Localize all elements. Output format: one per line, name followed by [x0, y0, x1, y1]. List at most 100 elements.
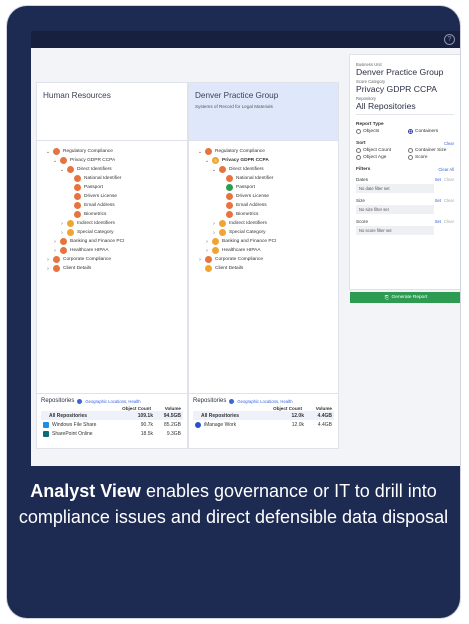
chevron-right-icon[interactable]: ›	[197, 257, 203, 263]
filter-clear-link[interactable]: Clear	[444, 198, 454, 203]
score-dot-icon	[53, 265, 60, 272]
sort-clear-link[interactable]: Clear	[444, 141, 454, 146]
tree-node[interactable]: Biometrics	[189, 210, 338, 219]
tree-node[interactable]: Drivers License	[189, 192, 338, 201]
score-badge-icon: 3	[212, 157, 219, 164]
score-category-value[interactable]: Privacy GDPR CCPA	[356, 84, 454, 94]
chevron-right-icon[interactable]: ›	[59, 221, 65, 227]
tree-node[interactable]: › Banking and Finance PCI	[189, 237, 338, 246]
tree-node[interactable]: ⌄ Direct Identifiers	[189, 165, 338, 174]
tree-node[interactable]: › Corporate Compliance	[189, 255, 338, 264]
sort-object-count[interactable]: Object Count	[356, 148, 398, 153]
tree-node[interactable]: ⌄ Regulatory Compliance	[189, 147, 338, 156]
chevron-right-icon[interactable]: ›	[45, 257, 51, 263]
filter-link[interactable]: Geographic Locations, Health	[237, 399, 292, 404]
chevron-right-icon[interactable]: ›	[204, 248, 210, 254]
radio-objects[interactable]: Objects	[356, 129, 398, 134]
radio-containers[interactable]: Containers	[408, 129, 450, 134]
tree-node[interactable]: Email Address	[37, 201, 187, 210]
repository-name: All Repositories	[49, 412, 88, 419]
repositories-rows: All Repositories 109.1k 94.5GB Windows File…	[41, 411, 183, 438]
tree-node[interactable]: Passport	[37, 183, 187, 192]
help-icon[interactable]: ?	[444, 34, 455, 45]
tree-node[interactable]: ⌄ Regulatory Compliance	[37, 147, 187, 156]
tree-node[interactable]: National Identifier	[37, 174, 187, 183]
tree-node-label: Privacy GDPR CCPA	[70, 158, 116, 163]
chevron-right-icon[interactable]: ›	[52, 239, 58, 245]
chevron-down-icon[interactable]: ⌄	[197, 149, 203, 155]
sort-container-size[interactable]: Container Size	[408, 148, 450, 153]
filter-clear-link[interactable]: Clear	[444, 177, 454, 182]
filter-clear-link[interactable]: Clear	[444, 219, 454, 224]
tree-node-label: Client Details	[63, 266, 92, 271]
tree-node[interactable]: Drivers License	[37, 192, 187, 201]
object-count-column[interactable]: Object Count	[258, 406, 302, 411]
compliance-tree: ⌄ Regulatory Compliance ⌄ 3 Privacy GDPR CCP…	[189, 141, 338, 273]
tree-node[interactable]: › Special Category	[189, 228, 338, 237]
chevron-right-icon[interactable]: ›	[211, 230, 217, 236]
volume-column[interactable]: Volume	[151, 406, 183, 411]
sort-object-age[interactable]: Object Age	[356, 155, 398, 160]
filter-set-link[interactable]: Set	[435, 177, 441, 182]
tree-node[interactable]: Passport	[189, 183, 338, 192]
tree-node[interactable]: Email Address	[189, 201, 338, 210]
filter-header: Dates Set Clear	[356, 177, 454, 182]
repositories-title: Repositories	[41, 398, 75, 404]
tree-node[interactable]: ⌄ Direct Identifiers	[37, 165, 187, 174]
sort-options-row-1: Object Count Container Size	[356, 148, 454, 153]
business-unit-column-left: Human Resources ⌄ Regulatory Compliance ⌄ P…	[36, 82, 188, 449]
volume-column[interactable]: Volume	[302, 406, 334, 411]
repository-row[interactable]: All Repositories 109.1k 94.5GB	[41, 411, 183, 420]
tree-node-label: Corporate Compliance	[215, 257, 263, 262]
score-dot-icon	[212, 238, 219, 245]
business-unit-value[interactable]: Denver Practice Group	[356, 67, 454, 77]
tree-node[interactable]: › Client Details	[37, 264, 187, 273]
chevron-right-icon[interactable]: ›	[59, 230, 65, 236]
tree-node[interactable]: › Healthcare HIPAA	[189, 246, 338, 255]
info-icon[interactable]	[77, 398, 83, 404]
info-icon[interactable]	[229, 398, 235, 404]
filter-set-link[interactable]: Set	[435, 198, 441, 203]
chevron-right-icon[interactable]: ›	[45, 266, 51, 272]
filter-value: No score filter set	[356, 226, 434, 235]
generate-report-button[interactable]: ⎘ Generate Report	[350, 292, 460, 303]
radio-label: Object Age	[363, 155, 387, 160]
chevron-right-icon[interactable]: ›	[204, 239, 210, 245]
tree-node[interactable]: › Corporate Compliance	[37, 255, 187, 264]
chevron-right-icon[interactable]: ›	[52, 248, 58, 254]
filter-set-link[interactable]: Set	[435, 219, 441, 224]
tree-node[interactable]: National Identifier	[189, 174, 338, 183]
object-count-column[interactable]: Object Count	[107, 406, 151, 411]
tree-node[interactable]: › Special Category	[37, 228, 187, 237]
tree-node-label: Direct Identifiers	[229, 167, 264, 172]
tree-node[interactable]: › Indirect Identifiers	[189, 219, 338, 228]
tree-node[interactable]: › Healthcare HIPAA	[37, 246, 187, 255]
tree-node[interactable]: Biometrics	[37, 210, 187, 219]
chevron-right-icon[interactable]: ›	[211, 221, 217, 227]
repository-row[interactable]: SharePoint Online 18.5k 9.3GB	[41, 429, 183, 438]
chevron-down-icon[interactable]: ⌄	[52, 158, 58, 164]
column-header[interactable]: Human Resources	[37, 83, 187, 141]
repository-row[interactable]: All Repositories 12.0k 4.4GB	[193, 411, 334, 420]
column-header-selected[interactable]: Denver Practice Group Systems of Record …	[189, 83, 338, 141]
tree-node[interactable]: › Indirect Identifiers	[37, 219, 187, 228]
chevron-down-icon[interactable]: ⌄	[59, 167, 65, 173]
repository-value[interactable]: All Repositories	[356, 101, 454, 111]
repository-row[interactable]: iManage Work 12.0k 4.4GB	[193, 420, 334, 429]
tree-node[interactable]: ⌄ 3 Privacy GDPR CCPA	[189, 156, 338, 165]
sort-score[interactable]: Score	[408, 155, 450, 160]
chevron-down-icon[interactable]: ⌄	[211, 167, 217, 173]
tree-node[interactable]: Client Details	[189, 264, 338, 273]
chevron-down-icon[interactable]: ⌄	[204, 158, 210, 164]
tree-node[interactable]: ⌄ Privacy GDPR CCPA	[37, 156, 187, 165]
tree-node[interactable]: › Banking and Finance PCI	[37, 237, 187, 246]
score-dot-icon	[74, 175, 81, 182]
column-subtitle: Systems of Record for Legal Materials	[195, 104, 273, 109]
filter-header: Score Set Clear	[356, 219, 454, 224]
repository-row[interactable]: Windows File Share 90.7k 85.2GB	[41, 420, 183, 429]
repositories-header: Repositories Geographic Locations, Healt…	[41, 398, 183, 404]
filter-link[interactable]: Geographic Locations, Health	[85, 399, 140, 404]
score-dot-icon	[226, 211, 233, 218]
filters-clear-all-link[interactable]: Clear All	[438, 167, 454, 172]
chevron-down-icon[interactable]: ⌄	[45, 149, 51, 155]
